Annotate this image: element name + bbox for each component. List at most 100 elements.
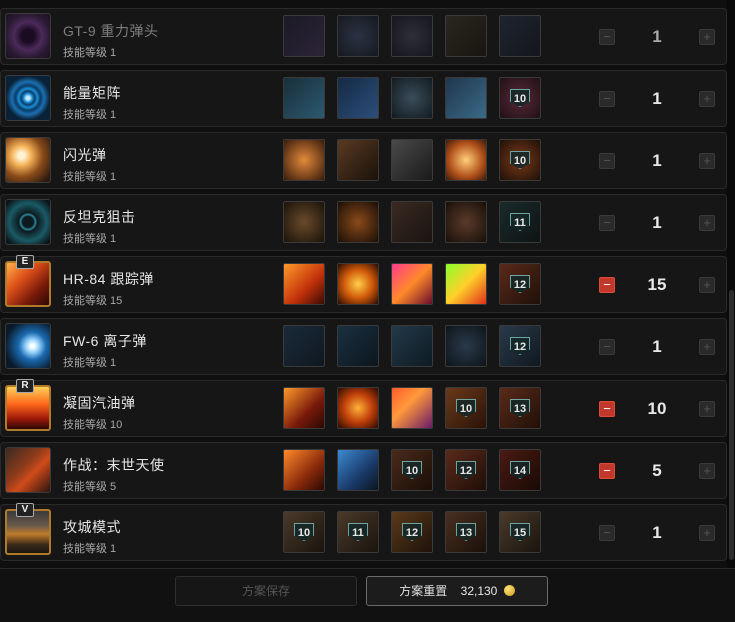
- modifier-icon[interactable]: [283, 449, 325, 491]
- skill-row-anti-tank-sniper[interactable]: 反坦克狙击 技能等级 1 11 − 1 +: [0, 194, 727, 251]
- modifier-level: 13: [510, 399, 530, 417]
- modifier-icon[interactable]: [283, 139, 325, 181]
- decrease-button[interactable]: −: [599, 463, 615, 479]
- skill-count: 5: [652, 461, 662, 480]
- modifier-icon[interactable]: [337, 325, 379, 367]
- modifier-icon[interactable]: 10: [499, 77, 541, 119]
- skill-level: 技能等级 1: [63, 171, 117, 183]
- skill-count: 1: [652, 151, 662, 170]
- modifier-icon[interactable]: 10: [499, 139, 541, 181]
- decrease-button[interactable]: −: [599, 277, 615, 293]
- modifier-icon[interactable]: 10: [445, 387, 487, 429]
- scrollbar-thumb[interactable]: [729, 290, 734, 560]
- skill-row-homing-missile[interactable]: E HR-84 跟踪弹 技能等级 15 12 − 15 +: [0, 255, 727, 313]
- modifier-level: 11: [510, 213, 530, 231]
- skill-count: 1: [652, 27, 662, 46]
- skill-count: 1: [652, 337, 662, 356]
- decrease-button[interactable]: −: [599, 525, 615, 541]
- modifier-icon[interactable]: [337, 15, 379, 57]
- anti-tank-sniper-icon: [5, 199, 51, 245]
- decrease-button[interactable]: −: [599, 29, 615, 45]
- modifier-icon[interactable]: [283, 325, 325, 367]
- modifier-icon[interactable]: [337, 201, 379, 243]
- modifier-icon[interactable]: [445, 263, 487, 305]
- modifier-icon[interactable]: [337, 387, 379, 429]
- modifier-icon[interactable]: [445, 77, 487, 119]
- modifier-icon[interactable]: 15: [499, 511, 541, 553]
- modifier-icon[interactable]: 10: [391, 449, 433, 491]
- skill-name: 攻城模式: [63, 519, 121, 535]
- decrease-button[interactable]: −: [599, 401, 615, 417]
- reset-plan-button[interactable]: 方案重置 32,130: [366, 576, 548, 606]
- modifier-icon[interactable]: 11: [499, 201, 541, 243]
- modifier-icon[interactable]: [499, 15, 541, 57]
- modifier-icon[interactable]: 11: [337, 511, 379, 553]
- modifier-icon[interactable]: 10: [283, 511, 325, 553]
- skill-level: 技能等级 1: [63, 109, 117, 121]
- modifier-icon[interactable]: [283, 387, 325, 429]
- modifier-icon[interactable]: 12: [499, 325, 541, 367]
- rank-badge: E: [16, 255, 34, 269]
- modifier-icon[interactable]: [283, 77, 325, 119]
- skill-level: 技能等级 1: [63, 543, 117, 555]
- modifier-icon[interactable]: 13: [499, 387, 541, 429]
- scrollbar[interactable]: [727, 0, 735, 570]
- modifier-list: [281, 15, 551, 59]
- modifier-icon[interactable]: [283, 15, 325, 57]
- increase-button[interactable]: +: [699, 525, 715, 541]
- modifier-icon[interactable]: [391, 15, 433, 57]
- flash-grenade-icon: [5, 137, 51, 183]
- skill-row-napalm[interactable]: R 凝固汽油弹 技能等级 10 10 13 − 10 +: [0, 379, 727, 437]
- modifier-icon[interactable]: [391, 77, 433, 119]
- modifier-icon[interactable]: [391, 263, 433, 305]
- skill-row-gt9[interactable]: GT-9 重力弹头 技能等级 1 − 1 +: [0, 8, 727, 65]
- modifier-level: 12: [510, 275, 530, 293]
- increase-button[interactable]: +: [699, 91, 715, 107]
- modifier-icon[interactable]: 12: [445, 449, 487, 491]
- modifier-level: 10: [456, 399, 476, 417]
- decrease-button[interactable]: −: [599, 339, 615, 355]
- modifier-icon[interactable]: [337, 139, 379, 181]
- skill-row-energy-matrix[interactable]: 能量矩阵 技能等级 1 10 − 1 +: [0, 70, 727, 127]
- modifier-icon[interactable]: 13: [445, 511, 487, 553]
- modifier-icon[interactable]: [283, 263, 325, 305]
- footer-bar: 方案保存 方案重置 32,130: [0, 568, 735, 622]
- skill-row-siege-mode[interactable]: V 攻城模式 技能等级 1 10 11 12 13 15 − 1 +: [0, 503, 727, 561]
- modifier-icon[interactable]: [445, 201, 487, 243]
- increase-button[interactable]: +: [699, 29, 715, 45]
- skill-row-flash-grenade[interactable]: 闪光弹 技能等级 1 10 − 1 +: [0, 132, 727, 189]
- save-plan-button[interactable]: 方案保存: [175, 576, 357, 606]
- increase-button[interactable]: +: [699, 401, 715, 417]
- modifier-icon[interactable]: [391, 325, 433, 367]
- rank-badge: R: [16, 379, 34, 393]
- skill-row-ion-bomb[interactable]: FW-6 离子弹 技能等级 1 12 − 1 +: [0, 318, 727, 375]
- modifier-icon[interactable]: [445, 325, 487, 367]
- decrease-button[interactable]: −: [599, 91, 615, 107]
- increase-button[interactable]: +: [699, 153, 715, 169]
- increase-button[interactable]: +: [699, 339, 715, 355]
- decrease-button[interactable]: −: [599, 215, 615, 231]
- modifier-icon[interactable]: [337, 263, 379, 305]
- modifier-icon[interactable]: 12: [391, 511, 433, 553]
- skill-level: 技能等级 15: [63, 295, 123, 307]
- ion-bomb-icon: [5, 323, 51, 369]
- modifier-icon[interactable]: 12: [499, 263, 541, 305]
- modifier-icon[interactable]: [391, 387, 433, 429]
- decrease-button[interactable]: −: [599, 153, 615, 169]
- modifier-icon[interactable]: 14: [499, 449, 541, 491]
- skill-count: 15: [647, 275, 667, 294]
- modifier-icon[interactable]: [337, 449, 379, 491]
- skill-count: 1: [652, 89, 662, 108]
- skill-row-doomsday-angel[interactable]: 作战：末世天使 技能等级 5 10 12 14 − 5 +: [0, 442, 727, 499]
- increase-button[interactable]: +: [699, 215, 715, 231]
- increase-button[interactable]: +: [699, 277, 715, 293]
- skill-level: 技能等级 1: [63, 47, 117, 59]
- modifier-icon[interactable]: [283, 201, 325, 243]
- skill-name: GT-9 重力弹头: [63, 23, 159, 39]
- modifier-icon[interactable]: [391, 201, 433, 243]
- modifier-icon[interactable]: [337, 77, 379, 119]
- modifier-icon[interactable]: [445, 139, 487, 181]
- increase-button[interactable]: +: [699, 463, 715, 479]
- modifier-icon[interactable]: [391, 139, 433, 181]
- modifier-icon[interactable]: [445, 15, 487, 57]
